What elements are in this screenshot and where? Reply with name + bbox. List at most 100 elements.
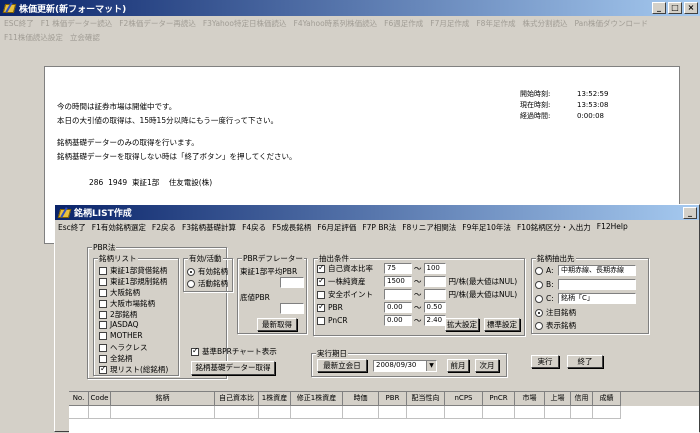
- column-header[interactable]: 自己資本比: [215, 392, 259, 406]
- list-item[interactable]: 東証1部貸借銘柄: [99, 265, 167, 276]
- menu-f3-calc[interactable]: F3銘柄基礎計算: [182, 222, 236, 232]
- floor-pbr-input[interactable]: [280, 303, 304, 314]
- condition-to-input[interactable]: 0.50: [423, 302, 446, 313]
- destination-b-input[interactable]: [558, 279, 636, 290]
- column-header[interactable]: nCPS: [445, 392, 483, 406]
- checkbox[interactable]: [317, 316, 325, 325]
- menu-f10-category[interactable]: F10銘柄区分・入出力: [517, 222, 591, 232]
- menu-f7-pbr[interactable]: F7P BR法: [362, 222, 396, 232]
- checkbox[interactable]: [99, 288, 107, 297]
- run-button[interactable]: 実行: [531, 355, 559, 368]
- column-header[interactable]: 信用: [571, 392, 593, 406]
- radio[interactable]: [535, 294, 543, 303]
- column-header[interactable]: 修正1株資産: [291, 392, 343, 406]
- destination-c[interactable]: C: 銘柄「C」: [535, 293, 636, 304]
- condition-from-input[interactable]: 0.00: [384, 302, 412, 313]
- list-item[interactable]: JASDAQ: [99, 320, 139, 329]
- menu-f2-back[interactable]: F2戻る: [152, 222, 176, 232]
- condition-from-input[interactable]: 1500: [384, 276, 412, 287]
- menu-pan-download[interactable]: Pan株価ダウンロード: [574, 17, 648, 31]
- column-header[interactable]: No.: [69, 392, 89, 406]
- list-item[interactable]: 東証1部規制銘柄: [99, 276, 167, 287]
- latest-session-button[interactable]: 最新立会日: [317, 359, 367, 372]
- menu-session-check[interactable]: 立会確認: [70, 31, 100, 45]
- radio[interactable]: [187, 279, 195, 288]
- list-item[interactable]: 現リスト(総銘柄): [99, 364, 168, 375]
- latest-fetch-button[interactable]: 最新取得: [257, 318, 297, 331]
- avg-pbr-input[interactable]: [280, 277, 304, 288]
- menu-f1-select[interactable]: F1有効銘柄選定: [92, 222, 146, 232]
- list-item[interactable]: 大阪銘柄: [99, 287, 140, 298]
- condition-from-input[interactable]: [384, 289, 412, 300]
- menu-f7-monthly[interactable]: F7月足作成: [430, 17, 469, 31]
- checkbox-checked[interactable]: [317, 276, 325, 286]
- menu-f12-help[interactable]: F12Help: [597, 222, 628, 232]
- menu-f4-back[interactable]: F4戻る: [242, 222, 266, 232]
- previous-month-button[interactable]: 前月: [447, 359, 469, 372]
- menu-f6-weekly[interactable]: F6週足作成: [384, 17, 423, 31]
- menu-esc-exit[interactable]: Esc終了: [58, 222, 86, 232]
- result-table[interactable]: No. Code 銘柄 自己資本比 1株資産 修正1株資産 時価 PBR 配当性…: [69, 391, 699, 433]
- list-item[interactable]: ヘラクレス: [99, 342, 148, 353]
- condition-to-input[interactable]: 2.40: [423, 315, 446, 326]
- column-header[interactable]: 配当性向: [407, 392, 445, 406]
- destination-b[interactable]: B:: [535, 279, 636, 290]
- menu-esc-exit[interactable]: ESC終了: [4, 17, 34, 31]
- list-item[interactable]: MOTHER: [99, 331, 143, 340]
- menu-f6-monthly-eval[interactable]: F6月足評価: [317, 222, 356, 232]
- column-header[interactable]: 市場: [515, 392, 545, 406]
- list-item[interactable]: 2部銘柄: [99, 309, 137, 320]
- condition-to-input[interactable]: 100: [423, 263, 446, 274]
- bpr-chart-toggle[interactable]: 基準BPRチャート表示: [191, 346, 277, 357]
- menu-f1-load[interactable]: F1 株価データー読込: [41, 17, 112, 31]
- destination-show[interactable]: 表示銘柄: [535, 320, 576, 331]
- checkbox[interactable]: [99, 343, 107, 352]
- column-header[interactable]: 上場: [545, 392, 571, 406]
- checkbox[interactable]: [317, 290, 325, 299]
- radio[interactable]: [535, 321, 543, 330]
- basic-data-fetch-button[interactable]: 銘柄基礎データー取得: [191, 361, 275, 375]
- checkbox[interactable]: [99, 266, 107, 275]
- checkbox[interactable]: [99, 310, 107, 319]
- end-button[interactable]: 終了: [567, 355, 603, 368]
- checkbox-checked[interactable]: [99, 364, 107, 374]
- column-header[interactable]: 1株資産: [259, 392, 291, 406]
- menu-f5-growth[interactable]: F5成長銘柄: [272, 222, 311, 232]
- next-month-button[interactable]: 次月: [475, 359, 499, 372]
- destination-a-input[interactable]: 中期赤線、長期赤線: [558, 265, 636, 276]
- radio-selected[interactable]: [187, 267, 195, 276]
- maximize-button[interactable]: □: [668, 2, 682, 14]
- checkbox-checked[interactable]: [191, 346, 199, 356]
- checkbox[interactable]: [99, 277, 107, 286]
- column-header[interactable]: 時価: [343, 392, 379, 406]
- menu-f2-reload[interactable]: F2株価データー再読込: [119, 17, 196, 31]
- menu-f8-linear[interactable]: F8リニア相関法: [402, 222, 456, 232]
- menu-split-load[interactable]: 株式分割読込: [522, 17, 567, 31]
- expand-settings-button[interactable]: 拡大設定: [445, 318, 479, 331]
- column-header[interactable]: Code: [89, 392, 111, 406]
- chevron-down-icon[interactable]: ▼: [426, 361, 436, 371]
- checkbox[interactable]: [99, 354, 107, 363]
- radio[interactable]: [535, 280, 543, 289]
- menu-f9-10year[interactable]: F9年足10年法: [462, 222, 511, 232]
- menu-f11-settings[interactable]: F11株価読込設定: [4, 31, 63, 45]
- radio-valid[interactable]: 有効銘柄: [187, 266, 228, 277]
- condition-from-input[interactable]: 75: [384, 263, 412, 274]
- destination-c-input[interactable]: 銘柄「C」: [558, 293, 636, 304]
- column-header[interactable]: PnCR: [483, 392, 515, 406]
- checkbox[interactable]: [99, 331, 107, 340]
- standard-settings-button[interactable]: 標準設定: [484, 318, 520, 331]
- condition-from-input[interactable]: 0.00: [384, 315, 412, 326]
- radio-activity[interactable]: 活動銘柄: [187, 278, 228, 289]
- checkbox-checked[interactable]: [317, 302, 325, 312]
- list-item[interactable]: 全銘柄: [99, 353, 133, 364]
- checkbox-checked[interactable]: [317, 263, 325, 273]
- column-header[interactable]: PBR: [379, 392, 407, 406]
- column-header[interactable]: 成績: [593, 392, 621, 406]
- destination-note[interactable]: 注目銘柄: [535, 307, 576, 318]
- radio[interactable]: [535, 266, 543, 275]
- condition-to-input[interactable]: [423, 289, 446, 300]
- minimize-button[interactable]: _: [683, 206, 697, 219]
- checkbox[interactable]: [99, 299, 107, 308]
- list-item[interactable]: 大阪市場銘柄: [99, 298, 155, 309]
